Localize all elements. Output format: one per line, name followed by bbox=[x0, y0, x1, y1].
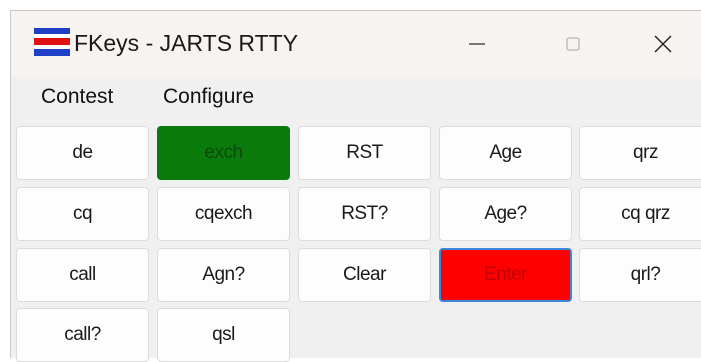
fkeys-window: FKeys - JARTS RTTY Contest Configure de … bbox=[10, 10, 701, 362]
fkey-agn-query-button[interactable]: Agn? bbox=[157, 248, 290, 302]
fkey-cqexch-button[interactable]: cqexch bbox=[157, 187, 290, 241]
maximize-button[interactable] bbox=[533, 11, 613, 77]
minimize-button[interactable] bbox=[437, 11, 517, 77]
menu-configure[interactable]: Configure bbox=[161, 85, 256, 109]
menu-contest[interactable]: Contest bbox=[39, 85, 115, 109]
fkey-qrz-button[interactable]: qrz bbox=[579, 126, 701, 180]
fkey-age-query-button[interactable]: Age? bbox=[439, 187, 572, 241]
close-button[interactable] bbox=[623, 11, 701, 77]
minimize-icon bbox=[469, 43, 485, 45]
app-flag-icon bbox=[34, 28, 70, 56]
fkey-exch-button[interactable]: exch bbox=[157, 126, 290, 180]
fkey-qrl-query-button[interactable]: qrl? bbox=[579, 248, 701, 302]
close-icon bbox=[654, 35, 672, 53]
fkey-enter-button[interactable]: Enter bbox=[439, 248, 572, 302]
fkey-de-button[interactable]: de bbox=[16, 126, 149, 180]
window-title: FKeys - JARTS RTTY bbox=[74, 30, 299, 56]
fkey-age-button[interactable]: Age bbox=[439, 126, 572, 180]
maximize-icon bbox=[566, 37, 580, 51]
fkey-qsl-button[interactable]: qsl bbox=[157, 308, 290, 362]
fkey-rst-button[interactable]: RST bbox=[298, 126, 431, 180]
fkey-cq-qrz-button[interactable]: cq qrz bbox=[579, 187, 701, 241]
title-bar[interactable]: FKeys - JARTS RTTY bbox=[11, 11, 701, 77]
fkey-rst-query-button[interactable]: RST? bbox=[298, 187, 431, 241]
fkey-cq-button[interactable]: cq bbox=[16, 187, 149, 241]
fkey-call-query-button[interactable]: call? bbox=[16, 308, 149, 362]
fkey-call-button[interactable]: call bbox=[16, 248, 149, 302]
menu-bar: Contest Configure bbox=[11, 77, 701, 117]
fkey-clear-button[interactable]: Clear bbox=[298, 248, 431, 302]
